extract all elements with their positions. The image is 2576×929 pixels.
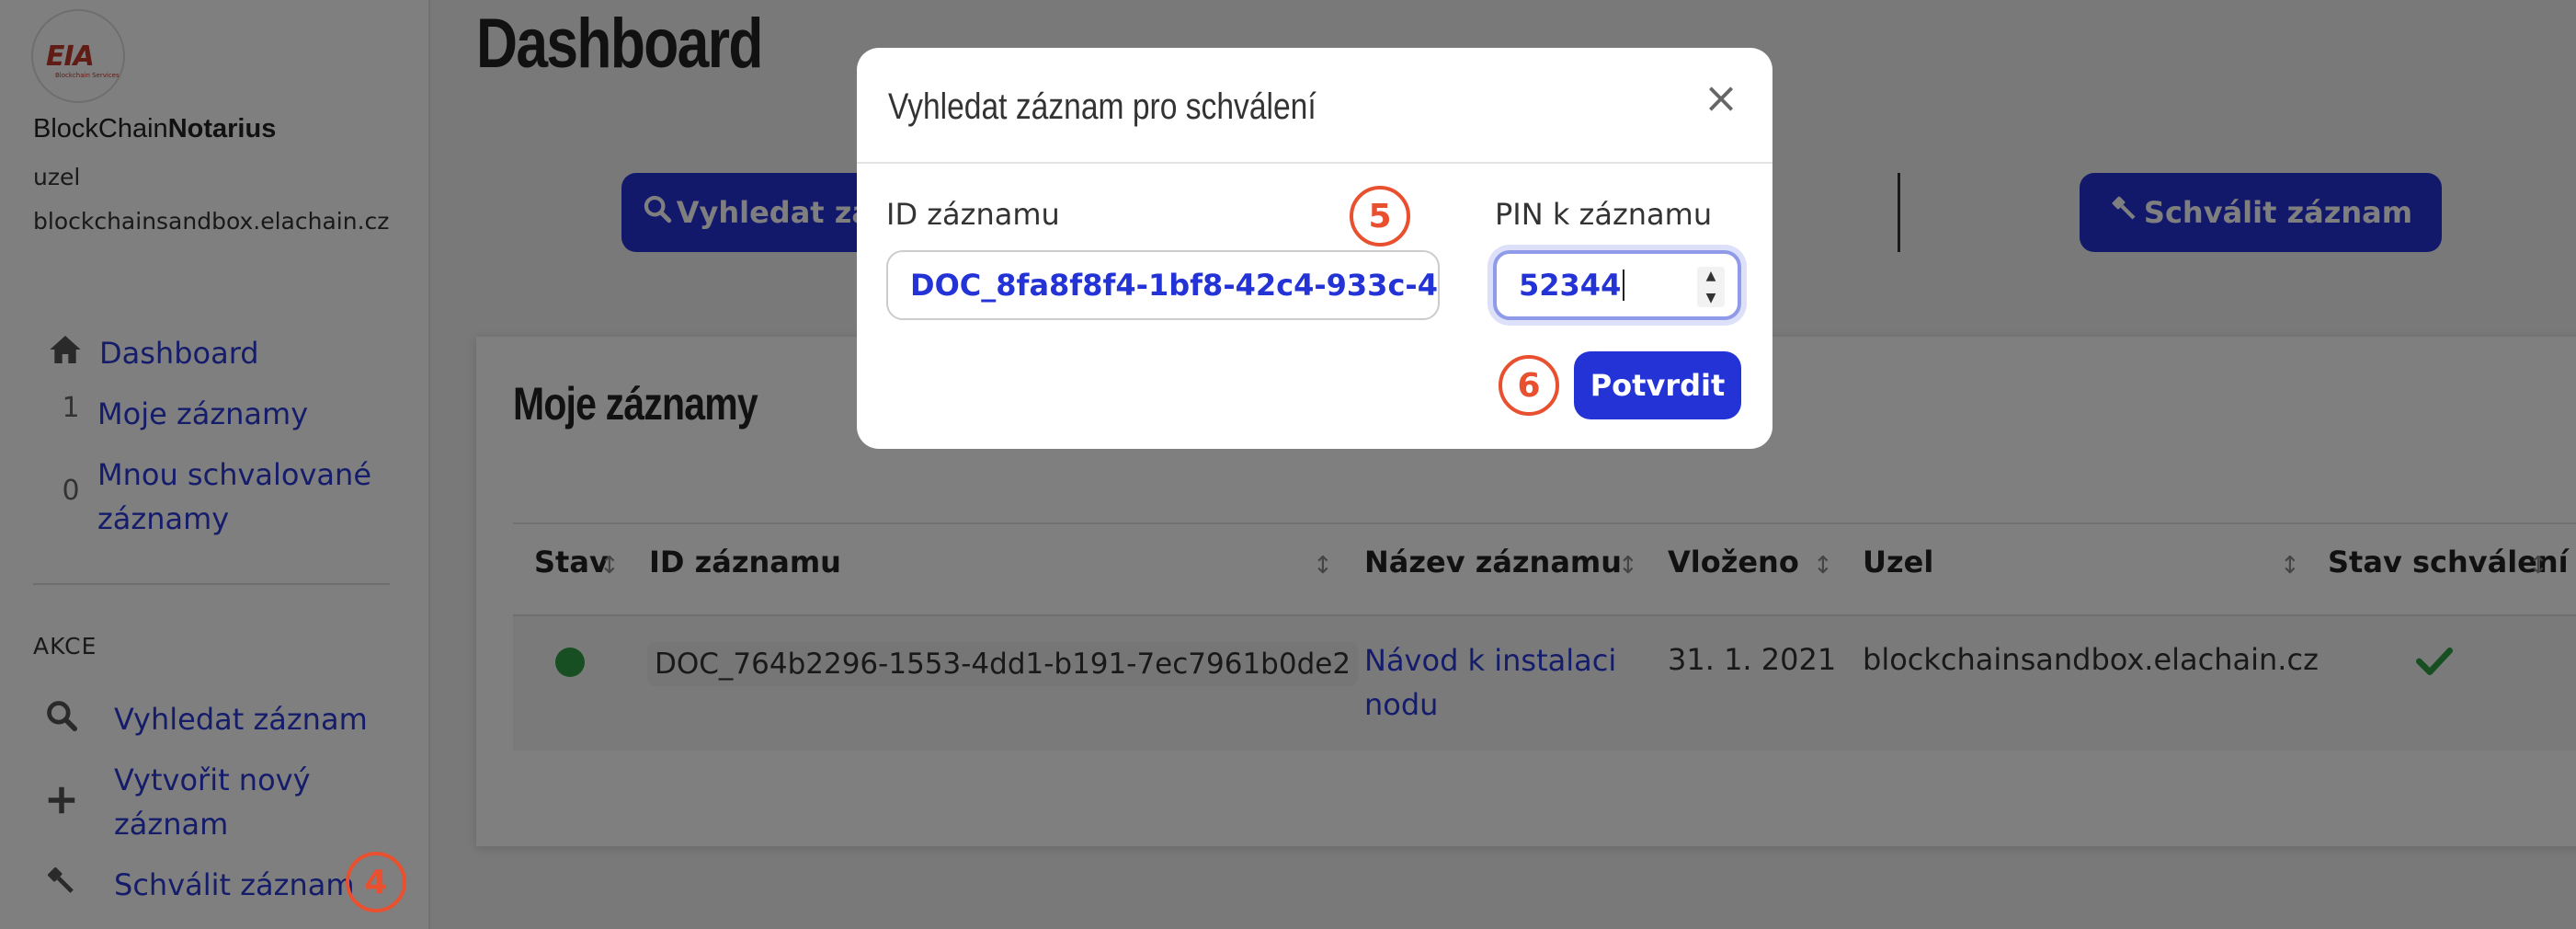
close-icon[interactable]: × xyxy=(1701,76,1741,120)
step-annotation-5: 5 xyxy=(1350,186,1410,247)
stepper-up-icon[interactable]: ▲ xyxy=(1706,267,1716,285)
number-stepper[interactable]: ▲ ▼ xyxy=(1697,267,1725,307)
search-approval-modal: Vyhledat záznam pro schválení × ID zázna… xyxy=(857,48,1772,449)
pin-input[interactable]: 52344 ▲ ▼ xyxy=(1493,250,1741,320)
step-annotation-6: 6 xyxy=(1499,355,1559,416)
modal-header-divider xyxy=(857,162,1772,164)
stepper-down-icon[interactable]: ▼ xyxy=(1706,289,1716,307)
modal-title: Vyhledat záznam pro schválení xyxy=(888,86,1316,127)
pin-label: PIN k záznamu xyxy=(1495,197,1713,232)
record-id-label: ID záznamu xyxy=(886,197,1060,232)
text-caret xyxy=(1623,270,1625,301)
record-id-input[interactable]: DOC_8fa8f8f4-1bf8-42c4-933c-42b0c xyxy=(886,250,1440,320)
step-annotation-4: 4 xyxy=(346,852,406,912)
pin-value: 52344 xyxy=(1519,268,1622,303)
confirm-button[interactable]: Potvrdit xyxy=(1574,351,1741,419)
